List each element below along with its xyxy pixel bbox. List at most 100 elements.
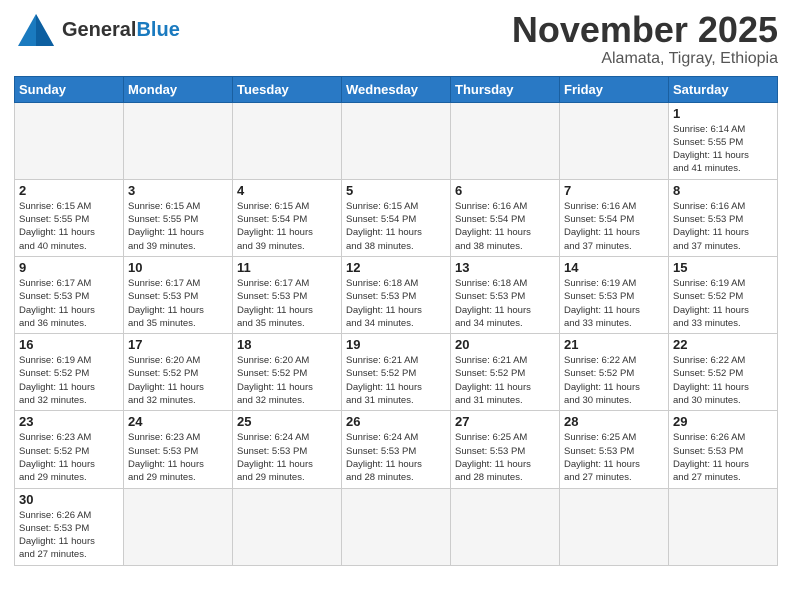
calendar-cell: 9Sunrise: 6:17 AM Sunset: 5:53 PM Daylig… [15,256,124,333]
day-number: 4 [237,183,337,198]
day-info: Sunrise: 6:15 AM Sunset: 5:54 PM Dayligh… [237,200,337,253]
calendar-cell [124,102,233,179]
calendar-cell: 29 Sunrise: 6:26 AM Sunset: 5:53 PM Dayli… [669,411,778,488]
day-number: 21 [564,337,664,352]
calendar-cell [342,488,451,565]
calendar-cell: 23 Sunrise: 6:23 AM Sunset: 5:52 PM Dayli… [15,411,124,488]
day-info: Sunrise: 6:22 AM Sunset: 5:52 PM Dayligh… [673,354,773,407]
calendar-cell: 1 Sunrise: 6:14 AM Sunset: 5:55 PM Daylig… [669,102,778,179]
calendar-cell: 15 Sunrise: 6:19 AM Sunset: 5:52 PM Dayli… [669,256,778,333]
day-info: Sunrise: 6:25 AM Sunset: 5:53 PM Dayligh… [564,431,664,484]
calendar-cell: 17Sunrise: 6:20 AM Sunset: 5:52 PM Dayli… [124,334,233,411]
calendar-cell: 3 Sunrise: 6:15 AM Sunset: 5:55 PM Daylig… [124,179,233,256]
calendar-cell: 7 Sunrise: 6:16 AM Sunset: 5:54 PM Daylig… [560,179,669,256]
day-number: 28 [564,414,664,429]
day-number: 20 [455,337,555,352]
day-number: 26 [346,414,446,429]
logo-icon [14,10,58,50]
day-info: Sunrise: 6:17 AM Sunset: 5:53 PM Dayligh… [237,277,337,330]
location: Alamata, Tigray, Ethiopia [512,50,778,68]
day-number: 11 [237,260,337,275]
calendar-cell: 6Sunrise: 6:16 AM Sunset: 5:54 PM Daylig… [451,179,560,256]
day-number: 18 [237,337,337,352]
weekday-header-wednesday: Wednesday [342,76,451,102]
day-info: Sunrise: 6:26 AM Sunset: 5:53 PM Dayligh… [673,431,773,484]
day-info: Sunrise: 6:18 AM Sunset: 5:53 PM Dayligh… [346,277,446,330]
day-number: 25 [237,414,337,429]
weekday-header-sunday: Sunday [15,76,124,102]
logo-general: General [62,19,136,41]
weekday-header-thursday: Thursday [451,76,560,102]
day-info: Sunrise: 6:21 AM Sunset: 5:52 PM Dayligh… [346,354,446,407]
day-number: 10 [128,260,228,275]
day-number: 13 [455,260,555,275]
calendar-cell: 11 Sunrise: 6:17 AM Sunset: 5:53 PM Dayli… [233,256,342,333]
calendar-cell [124,488,233,565]
day-info: Sunrise: 6:25 AM Sunset: 5:53 PM Dayligh… [455,431,555,484]
day-number: 6 [455,183,555,198]
calendar-cell: 16Sunrise: 6:19 AM Sunset: 5:52 PM Dayli… [15,334,124,411]
day-number: 23 [19,414,119,429]
calendar-cell [451,488,560,565]
calendar-cell [15,102,124,179]
day-info: Sunrise: 6:19 AM Sunset: 5:52 PM Dayligh… [673,277,773,330]
logo: GeneralBlue [14,10,180,50]
day-info: Sunrise: 6:23 AM Sunset: 5:53 PM Dayligh… [128,431,228,484]
weekday-header-tuesday: Tuesday [233,76,342,102]
day-number: 19 [346,337,446,352]
day-info: Sunrise: 6:16 AM Sunset: 5:53 PM Dayligh… [673,200,773,253]
day-number: 8 [673,183,773,198]
header: GeneralBlue November 2025 Alamata, Tigra… [14,10,778,68]
day-info: Sunrise: 6:23 AM Sunset: 5:52 PM Dayligh… [19,431,119,484]
calendar-week-row: 9 Sunrise: 6:17 AM Sunset: 5:53 PM Daylig… [15,256,778,333]
calendar-cell: 19 Sunrise: 6:21 AM Sunset: 5:52 PM Dayli… [342,334,451,411]
day-number: 7 [564,183,664,198]
calendar-cell: 20 Sunrise: 6:21 AM Sunset: 5:52 PM Dayli… [451,334,560,411]
calendar-cell [233,102,342,179]
day-number: 1 [673,106,773,121]
calendar-cell: 2Sunrise: 6:15 AM Sunset: 5:55 PM Daylig… [15,179,124,256]
day-number: 30 [19,492,119,507]
month-title: November 2025 [512,10,778,50]
day-number: 12 [346,260,446,275]
calendar-cell: 8 Sunrise: 6:16 AM Sunset: 5:53 PM Daylig… [669,179,778,256]
day-info: Sunrise: 6:15 AM Sunset: 5:55 PM Dayligh… [128,200,228,253]
calendar-cell: 14Sunrise: 6:19 AM Sunset: 5:53 PM Dayli… [560,256,669,333]
page: GeneralBlue November 2025 Alamata, Tigra… [0,0,792,580]
day-info: Sunrise: 6:24 AM Sunset: 5:53 PM Dayligh… [346,431,446,484]
day-info: Sunrise: 6:18 AM Sunset: 5:53 PM Dayligh… [455,277,555,330]
calendar-cell: 24Sunrise: 6:23 AM Sunset: 5:53 PM Dayli… [124,411,233,488]
day-number: 9 [19,260,119,275]
calendar-cell [233,488,342,565]
day-number: 17 [128,337,228,352]
day-number: 16 [19,337,119,352]
day-info: Sunrise: 6:14 AM Sunset: 5:55 PM Dayligh… [673,123,773,176]
calendar-cell: 12 Sunrise: 6:18 AM Sunset: 5:53 PM Dayli… [342,256,451,333]
day-info: Sunrise: 6:16 AM Sunset: 5:54 PM Dayligh… [564,200,664,253]
day-number: 2 [19,183,119,198]
day-info: Sunrise: 6:17 AM Sunset: 5:53 PM Dayligh… [128,277,228,330]
calendar-week-row: 1 Sunrise: 6:14 AM Sunset: 5:55 PM Daylig… [15,102,778,179]
day-info: Sunrise: 6:20 AM Sunset: 5:52 PM Dayligh… [237,354,337,407]
day-number: 3 [128,183,228,198]
calendar-header-row: SundayMondayTuesdayWednesdayThursdayFrid… [15,76,778,102]
day-number: 27 [455,414,555,429]
calendar-cell: 21 Sunrise: 6:22 AM Sunset: 5:52 PM Dayli… [560,334,669,411]
weekday-header-friday: Friday [560,76,669,102]
calendar-cell: 27 Sunrise: 6:25 AM Sunset: 5:53 PM Dayli… [451,411,560,488]
calendar-week-row: 30 Sunrise: 6:26 AM Sunset: 5:53 PM Dayli… [15,488,778,565]
weekday-header-saturday: Saturday [669,76,778,102]
day-info: Sunrise: 6:26 AM Sunset: 5:53 PM Dayligh… [19,509,119,562]
calendar-cell [342,102,451,179]
calendar-cell: 4 Sunrise: 6:15 AM Sunset: 5:54 PM Daylig… [233,179,342,256]
day-info: Sunrise: 6:22 AM Sunset: 5:52 PM Dayligh… [564,354,664,407]
calendar-cell: 13 Sunrise: 6:18 AM Sunset: 5:53 PM Dayli… [451,256,560,333]
day-number: 29 [673,414,773,429]
weekday-header-monday: Monday [124,76,233,102]
day-info: Sunrise: 6:21 AM Sunset: 5:52 PM Dayligh… [455,354,555,407]
calendar-cell: 22Sunrise: 6:22 AM Sunset: 5:52 PM Dayli… [669,334,778,411]
day-info: Sunrise: 6:24 AM Sunset: 5:53 PM Dayligh… [237,431,337,484]
logo-blue: Blue [136,19,179,41]
calendar-cell [560,102,669,179]
day-number: 15 [673,260,773,275]
